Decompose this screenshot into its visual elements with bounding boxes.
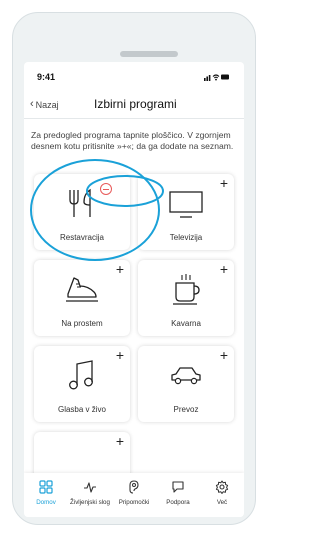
tile-glasba-v-zivo[interactable]: + Glasba v živo xyxy=(34,346,130,422)
shoe-icon xyxy=(66,277,98,302)
navigation-bar: ‹ Nazaj Izbirni programi xyxy=(24,90,244,119)
music-note-icon xyxy=(69,360,93,390)
tab-label: Domov xyxy=(36,499,56,506)
tab-vec[interactable]: Več xyxy=(200,479,244,506)
tab-podpora[interactable]: Podpora xyxy=(156,479,200,506)
tab-label: Življenjski slog xyxy=(70,499,110,506)
tab-bar: Domov Življenjski slog Pripomočki Podpor… xyxy=(24,473,244,517)
hearing-aid-icon xyxy=(129,480,139,494)
app-screen: 9:41 ‹ Nazaj Izbirni programi Za predogl… xyxy=(24,62,244,517)
page-title: Izbirni programi xyxy=(94,97,177,111)
instructions-text: Za predogled programa tapnite ploščico. … xyxy=(31,130,234,151)
tile-prevoz[interactable]: + Prevoz xyxy=(138,346,234,422)
tab-label: Pripomočki xyxy=(118,499,150,506)
tile-label: Kavarna xyxy=(171,319,201,328)
add-button[interactable]: + xyxy=(220,262,228,276)
gear-icon xyxy=(215,480,229,494)
back-label: Nazaj xyxy=(35,99,59,110)
coffee-cup-icon xyxy=(173,274,200,305)
tile-label: Prevoz xyxy=(173,405,199,414)
tile-na-prostem[interactable]: + Na prostem xyxy=(34,260,130,336)
restaurant-icon xyxy=(69,188,91,217)
back-button[interactable]: ‹ Nazaj xyxy=(30,99,59,110)
tile-kavarna[interactable]: + Kavarna xyxy=(138,260,234,336)
add-button[interactable]: + xyxy=(116,434,124,448)
status-time: 9:41 xyxy=(37,72,56,82)
chat-bubble-icon xyxy=(172,481,184,493)
signal-wifi-battery-icon xyxy=(204,74,229,81)
tab-pripomocki[interactable]: Pripomočki xyxy=(112,479,156,506)
chevron-left-icon: ‹ xyxy=(30,98,34,110)
add-button[interactable]: + xyxy=(220,348,228,362)
lifestyle-pulse-icon xyxy=(84,482,96,493)
remove-button[interactable] xyxy=(100,183,112,195)
home-grid-icon xyxy=(39,480,53,494)
tile-televizija[interactable]: + Televizija xyxy=(138,174,234,250)
tv-icon xyxy=(169,191,203,218)
tile-label: Televizija xyxy=(169,233,203,242)
tile-label: Glasba v živo xyxy=(57,405,107,414)
status-bar: 9:41 xyxy=(24,62,244,86)
tile-label: Na prostem xyxy=(61,319,103,328)
add-button[interactable]: + xyxy=(116,262,124,276)
add-button[interactable]: + xyxy=(116,348,124,362)
phone-speaker xyxy=(120,51,178,57)
tile-label: Restavracija xyxy=(59,233,104,242)
car-icon xyxy=(171,367,201,385)
tile-restavracija[interactable]: Restavracija xyxy=(34,174,130,250)
tab-label: Podpora xyxy=(166,499,190,506)
add-button[interactable]: + xyxy=(220,176,228,190)
tab-domov[interactable]: Domov xyxy=(24,479,68,506)
tab-zivljenjski-slog[interactable]: Življenjski slog xyxy=(68,479,112,506)
tab-label: Več xyxy=(216,499,228,506)
